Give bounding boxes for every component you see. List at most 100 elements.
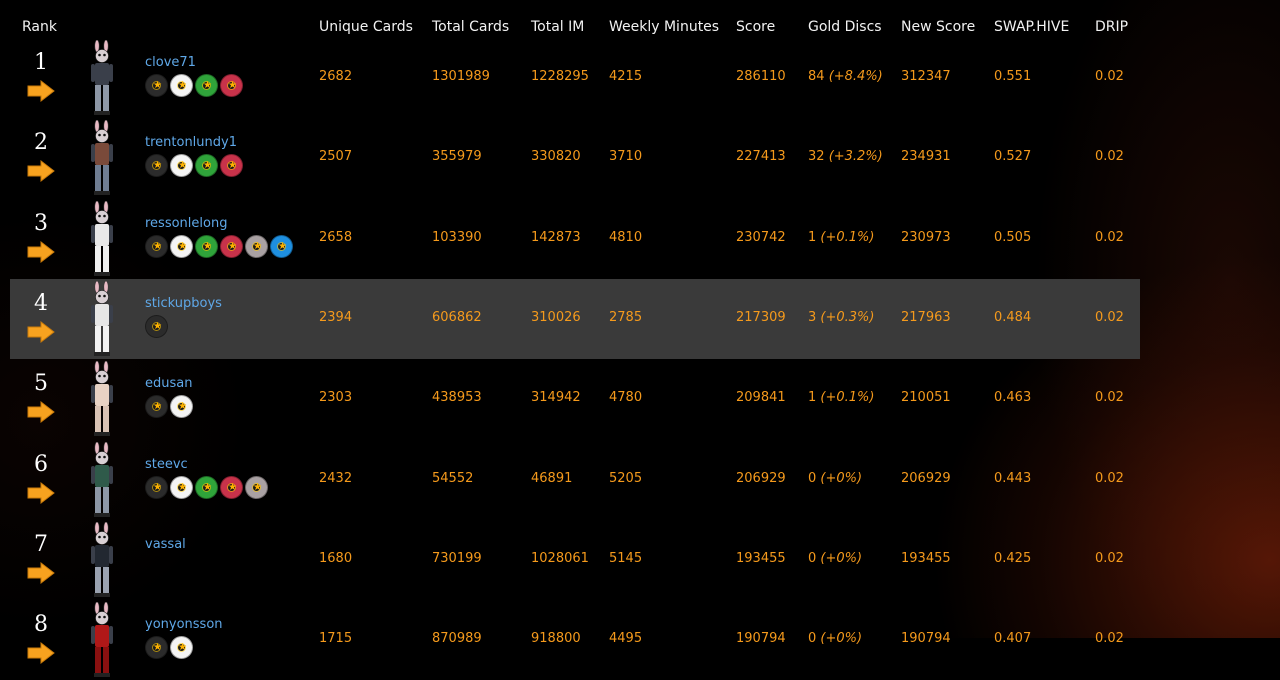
total-im-value: 1228295 — [531, 69, 589, 84]
header-score[interactable]: Score — [736, 19, 775, 35]
username-link[interactable]: stickupboys — [145, 296, 222, 311]
weekly-minutes-value: 5205 — [609, 470, 643, 486]
silver-disc-icon: ★ — [245, 475, 268, 499]
leaderboard-row[interactable]: 4 stickupboys ★ 2394 606862 310026 2785 … — [10, 278, 1140, 359]
header-total-cards[interactable]: Total Cards — [432, 19, 509, 35]
avatar[interactable] — [82, 280, 122, 357]
arrow-right-icon[interactable] — [27, 160, 55, 183]
leaderboard-row[interactable]: 3 ressonlelong ★ ★ ★ ★ ★ ★ 2658 103390 142873… — [10, 199, 1140, 279]
star-icon: ★ — [228, 80, 237, 91]
leaderboard-row[interactable]: 2 trentonlundy1 ★ ★ ★ ★ 2507 355979 330820 … — [10, 118, 1140, 198]
black-disc-icon: ★ — [145, 395, 168, 419]
star-icon: ★ — [278, 240, 287, 252]
star-icon: ★ — [153, 401, 162, 413]
drip-value: 0.02 — [1095, 229, 1124, 245]
gold-discs-value: 0 (+0%) — [808, 631, 863, 647]
weekly-minutes-value: 5145 — [609, 550, 643, 566]
weekly-minutes-value: 2785 — [609, 309, 643, 325]
white-disc-icon: ★ — [170, 154, 193, 178]
black-disc-icon: ★ — [145, 475, 168, 499]
white-disc-icon: ★ — [170, 234, 193, 258]
total-im-value: 46891 — [531, 470, 573, 486]
total-cards-value: 54552 — [432, 470, 474, 486]
total-im-value: 310026 — [531, 309, 581, 325]
avatar[interactable] — [82, 361, 122, 437]
gold-discs-value: 1 (+0.1%) — [808, 229, 875, 245]
leaderboard-row[interactable]: 5 edusan ★ ★ 2303 438953 314942 4780 2098… — [10, 359, 1140, 439]
avatar[interactable] — [82, 200, 122, 277]
header-gold-discs[interactable]: Gold Discs — [808, 19, 882, 35]
arrow-right-icon[interactable] — [27, 481, 55, 504]
arrow-right-icon[interactable] — [27, 401, 55, 424]
total-cards-value: 438953 — [432, 390, 482, 406]
unique-cards-value: 2682 — [319, 69, 353, 84]
avatar[interactable] — [82, 521, 122, 598]
arrow-right-icon[interactable] — [27, 320, 55, 343]
star-icon: ★ — [153, 160, 162, 172]
leaderboard-row[interactable]: 6 steevc ★ ★ ★ ★ ★ 2432 54552 46891 5205 206… — [10, 440, 1140, 520]
username-link[interactable]: trentonlundy1 — [145, 135, 237, 150]
star-icon: ★ — [178, 481, 187, 493]
avatar[interactable] — [82, 441, 122, 518]
drip-value: 0.02 — [1095, 309, 1124, 325]
star-icon: ★ — [228, 481, 237, 493]
arrow-right-icon[interactable] — [27, 642, 55, 665]
disc-badges: ★ ★ — [145, 395, 193, 419]
leaderboard-row[interactable]: 8 yonyonsson ★ ★ 1715 870989 918800 4495 … — [10, 600, 1140, 680]
star-icon: ★ — [153, 481, 162, 493]
new-score-value: 312347 — [901, 69, 951, 84]
white-disc-icon: ★ — [170, 74, 193, 97]
weekly-minutes-value: 4495 — [609, 631, 643, 647]
username-link[interactable]: clove71 — [145, 55, 196, 70]
header-weekly-minutes[interactable]: Weekly Minutes — [609, 19, 719, 35]
avatar[interactable] — [82, 40, 122, 116]
disc-badges: ★ ★ ★ ★ — [145, 74, 243, 98]
rank-number: 4 — [34, 290, 48, 316]
new-score-value: 210051 — [901, 390, 951, 406]
new-score-value: 193455 — [901, 550, 951, 566]
swap-hive-value: 0.425 — [994, 550, 1032, 566]
star-icon: ★ — [153, 320, 162, 332]
total-im-value: 918800 — [531, 631, 581, 647]
leaderboard-row[interactable]: 7 vassal 1680 730199 1028061 5145 193455… — [10, 520, 1140, 600]
total-im-value: 142873 — [531, 229, 581, 245]
swap-hive-value: 0.551 — [994, 69, 1032, 84]
star-icon: ★ — [178, 160, 187, 172]
swap-hive-value: 0.443 — [994, 470, 1032, 486]
header-swap-hive[interactable]: SWAP.HIVE — [994, 19, 1069, 35]
new-score-value: 234931 — [901, 149, 951, 165]
arrow-right-icon[interactable] — [27, 80, 55, 102]
swap-hive-value: 0.463 — [994, 390, 1032, 406]
header-rank[interactable]: Rank — [22, 19, 57, 35]
gold-discs-value: 84 (+8.4%) — [808, 69, 883, 84]
avatar[interactable] — [82, 120, 122, 196]
header-total-im[interactable]: Total IM — [531, 19, 584, 35]
username-link[interactable]: edusan — [145, 376, 192, 391]
leaderboard-row[interactable]: 1 clove71 ★ ★ ★ ★ 2682 1301989 1228295 4215… — [10, 38, 1140, 118]
unique-cards-value: 2658 — [319, 229, 353, 245]
drip-value: 0.02 — [1095, 390, 1124, 406]
header-new-score[interactable]: New Score — [901, 19, 975, 35]
star-icon: ★ — [178, 80, 187, 91]
username-link[interactable]: yonyonsson — [145, 617, 223, 632]
avatar[interactable] — [82, 602, 122, 678]
total-cards-value: 1301989 — [432, 69, 490, 84]
unique-cards-value: 2432 — [319, 470, 353, 486]
blue-disc-icon: ★ — [270, 234, 293, 258]
new-score-value: 190794 — [901, 631, 951, 647]
score-value: 190794 — [736, 631, 786, 647]
total-im-value: 330820 — [531, 149, 581, 165]
username-link[interactable]: steevc — [145, 457, 188, 472]
arrow-right-icon[interactable] — [27, 561, 55, 584]
username-link[interactable]: vassal — [145, 537, 186, 552]
green-disc-icon: ★ — [195, 234, 218, 258]
username-link[interactable]: ressonlelong — [145, 216, 227, 231]
header-drip[interactable]: DRIP — [1095, 19, 1128, 35]
header-unique-cards[interactable]: Unique Cards — [319, 19, 413, 35]
star-icon: ★ — [203, 240, 212, 252]
drip-value: 0.02 — [1095, 69, 1124, 84]
black-disc-icon: ★ — [145, 74, 168, 97]
drip-value: 0.02 — [1095, 631, 1124, 647]
arrow-right-icon[interactable] — [27, 240, 55, 263]
score-value: 217309 — [736, 309, 786, 325]
